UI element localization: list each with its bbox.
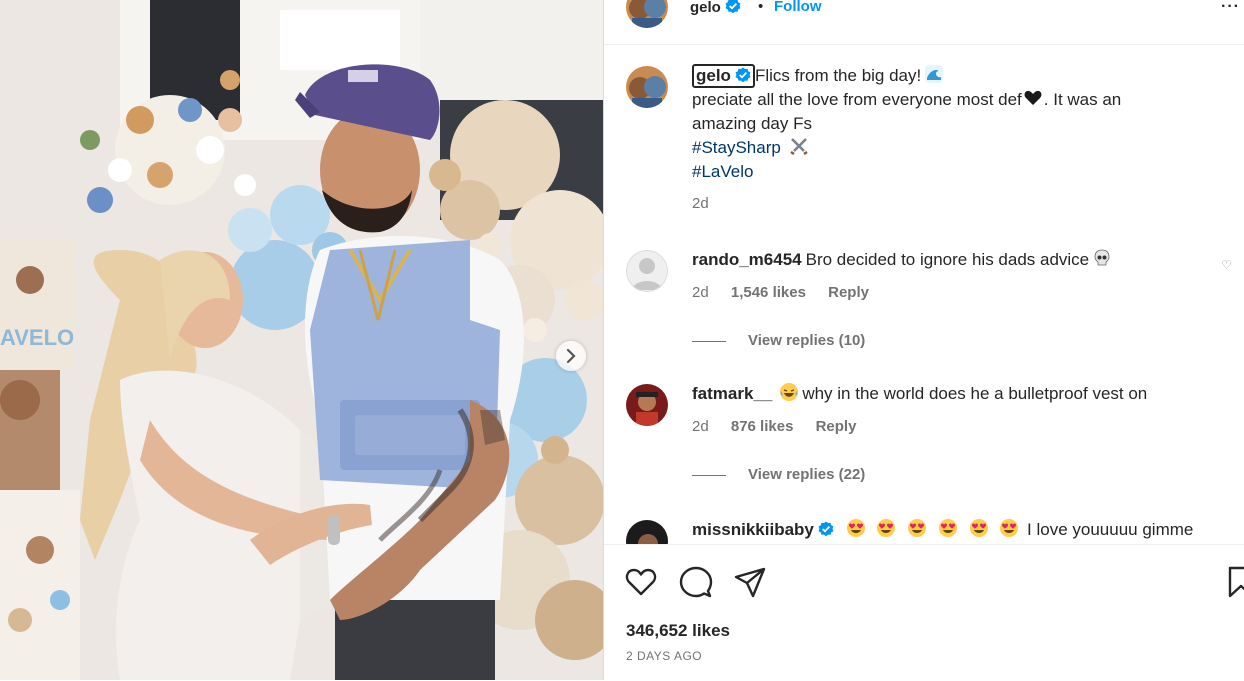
heart-eyes-emoji-icon	[969, 519, 988, 537]
post-actions: 346,652 likes 2 DAYS AGO	[604, 544, 1244, 681]
comment-text-line: fatmark__ why in the world does he a bull…	[692, 382, 1232, 406]
follow-button[interactable]: Follow	[774, 0, 822, 15]
comment-text-line: missnikkiibaby I love youuuuu gimme	[692, 518, 1232, 542]
author-username-text: gelo	[690, 0, 721, 16]
comment-likes[interactable]: 1,546 likes	[731, 284, 806, 301]
comment-likes[interactable]: 876 likes	[731, 418, 794, 435]
comment-text: I love youuuuu gimme	[1027, 520, 1194, 539]
caption-time: 2d	[692, 195, 709, 212]
comment-text-line: rando_m6454 Bro decided to ignore his dad…	[692, 248, 1232, 272]
hashtag-lavelo[interactable]: #LaVelo	[692, 160, 1212, 184]
avatar-image	[626, 384, 668, 426]
view-replies-button[interactable]: View replies (10)	[692, 332, 865, 349]
replies-line	[692, 474, 726, 476]
avatar-image	[626, 66, 668, 108]
post-photo[interactable]: AVELO	[0, 0, 603, 680]
caption-avatar[interactable]	[626, 66, 668, 108]
heart-eyes-emoji-icon	[908, 519, 927, 537]
avatar-image	[626, 0, 668, 28]
reply-button[interactable]: Reply	[816, 418, 857, 435]
avatar-image	[626, 520, 668, 544]
heart-eyes-emoji-icon	[1000, 519, 1019, 537]
verified-badge-icon	[725, 0, 741, 14]
comment-avatar[interactable]	[626, 250, 668, 292]
post-header: gelo • Follow ···	[604, 0, 1244, 45]
comments-list[interactable]: gelo Flics from the big day! preciate all…	[604, 44, 1244, 544]
save-icon[interactable]	[1224, 565, 1244, 599]
skull-emoji-icon	[1094, 249, 1110, 266]
black-heart-emoji-icon	[1024, 90, 1042, 105]
carousel-next-button[interactable]	[556, 341, 586, 371]
heart-icon[interactable]	[624, 565, 658, 599]
more-options-icon[interactable]: ···	[1221, 0, 1240, 16]
share-icon[interactable]	[733, 565, 767, 599]
likes-count[interactable]: 346,652 likes	[626, 621, 730, 641]
verified-badge-icon	[818, 521, 834, 537]
view-replies-text: View replies (22)	[748, 466, 866, 483]
comment-time: 2d	[692, 284, 709, 301]
caption-line-2-end: . It was an	[1043, 90, 1122, 109]
hashtag-staysharp-text: #StaySharp	[692, 138, 781, 157]
chevron-right-icon	[566, 349, 576, 363]
comment-meta: 2d 1,546 likes Reply	[692, 284, 869, 301]
laughing-emoji-icon	[780, 383, 799, 401]
post-image: AVELO	[0, 0, 603, 680]
heart-eyes-emoji-icon	[877, 519, 896, 537]
caption-text: gelo Flics from the big day! preciate all…	[692, 64, 1212, 216]
comment-username-text: missnikkiibaby	[692, 520, 814, 539]
caption-username-text: gelo	[696, 66, 731, 85]
comment-text: why in the world does he a bulletproof v…	[802, 384, 1148, 403]
caption-username[interactable]: gelo	[692, 64, 755, 88]
comment-username[interactable]: rando_m6454	[692, 250, 802, 269]
replies-line	[692, 340, 726, 342]
caption-line-2: preciate all the love from everyone most…	[692, 90, 1022, 109]
comment-time: 2d	[692, 418, 709, 435]
author-avatar[interactable]	[626, 0, 668, 28]
heart-eyes-emoji-icon	[846, 519, 865, 537]
heart-eyes-emoji-group	[843, 519, 1027, 539]
comment-text: Bro decided to ignore his dads advice	[805, 250, 1090, 269]
crossed-swords-emoji-icon	[789, 138, 808, 156]
header-separator: •	[758, 0, 764, 15]
view-replies-button[interactable]: View replies (22)	[692, 466, 865, 483]
caption-line-1: Flics from the big day!	[754, 66, 922, 85]
reply-button[interactable]: Reply	[828, 284, 869, 301]
post-date: 2 DAYS AGO	[626, 649, 703, 663]
heart-eyes-emoji-icon	[938, 519, 957, 537]
author-username[interactable]: gelo	[690, 0, 741, 16]
default-avatar-icon	[626, 250, 668, 292]
verified-badge-icon	[735, 67, 751, 83]
comment-like-heart-icon[interactable]: ♡	[1221, 258, 1232, 272]
comment-avatar[interactable]	[626, 520, 668, 544]
comment-username[interactable]: missnikkiibaby	[692, 520, 834, 539]
post-details-panel: gelo • Follow ··· gelo Flics from the big…	[604, 0, 1244, 680]
comment-meta: 2d 876 likes Reply	[692, 418, 856, 435]
wave-emoji-icon	[925, 65, 944, 83]
caption-line-3: amazing day Fs	[692, 114, 812, 133]
comment-icon[interactable]	[679, 565, 713, 599]
hashtag-staysharp[interactable]: #StaySharp	[692, 136, 1212, 160]
view-replies-text: View replies (10)	[748, 332, 866, 349]
comment-username[interactable]: fatmark__	[692, 384, 772, 403]
svg-text:AVELO: AVELO	[0, 325, 74, 350]
comment-avatar[interactable]	[626, 384, 668, 426]
